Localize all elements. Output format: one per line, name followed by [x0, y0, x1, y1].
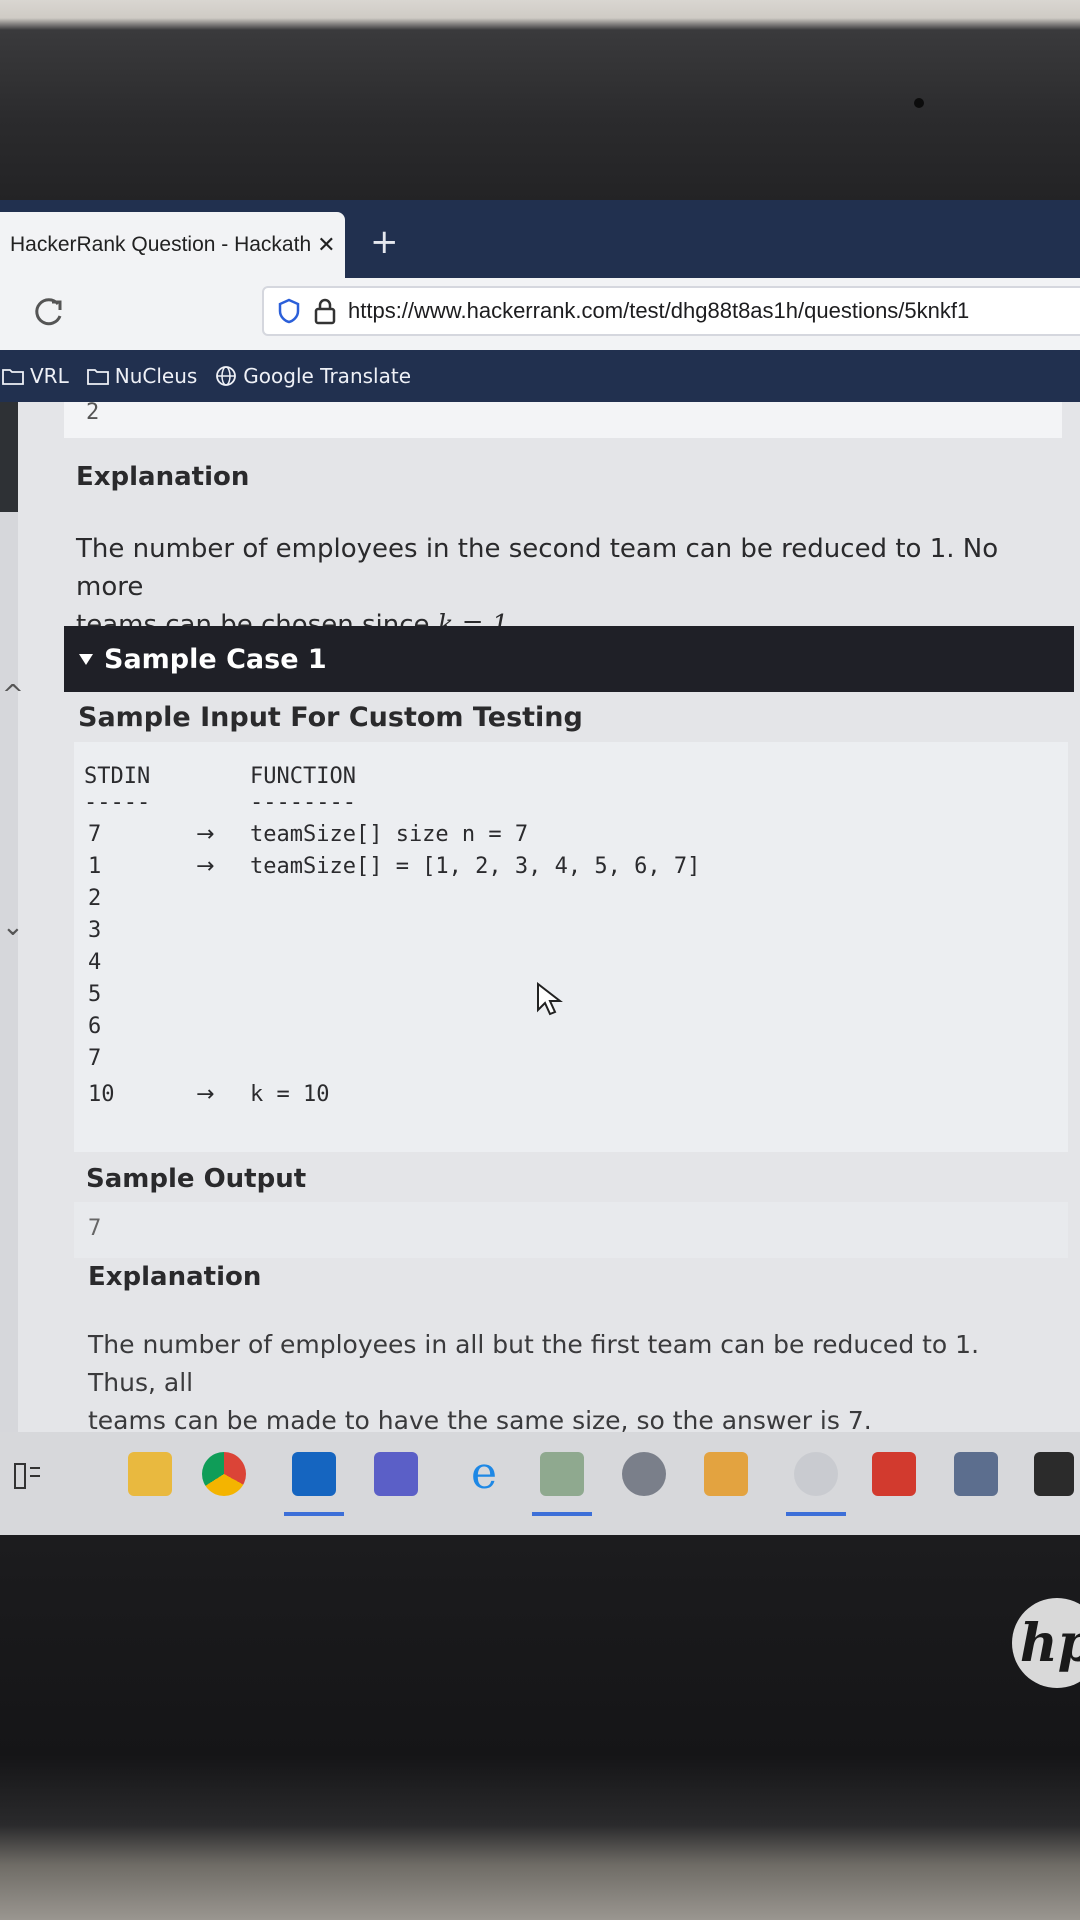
function-rule: --------: [250, 790, 356, 815]
windows-taskbar: e: [0, 1432, 1080, 1535]
explanation-2-line-1: The number of employees in all but the f…: [88, 1330, 980, 1397]
terminal-icon[interactable]: [1034, 1452, 1074, 1496]
explanation-heading: Explanation: [76, 462, 250, 492]
sample-output-codeblock: 7: [74, 1202, 1068, 1258]
bookmark-label: Google Translate: [243, 364, 411, 388]
notepad-icon[interactable]: [540, 1452, 584, 1496]
function-line: teamSize[] size n = 7: [250, 822, 529, 847]
stdin-value: 6: [88, 1014, 102, 1039]
laptop-top-bezel: [0, 0, 1080, 200]
lock-icon[interactable]: [312, 297, 338, 325]
bookmark-vrl[interactable]: VRL: [2, 364, 69, 388]
page-content: ^ ⌄ 2 Explanation The number of employee…: [0, 402, 1080, 1432]
stdin-value: 10: [88, 1082, 115, 1107]
problem-content: 2 Explanation The number of employees in…: [64, 402, 1074, 1432]
stdin-value: 1: [88, 854, 102, 879]
address-bar[interactable]: https://www.hackerrank.com/test/dhg88t8a…: [262, 286, 1080, 336]
sample-output-value: 7: [88, 1216, 102, 1241]
explanation-2-text: The number of employees in all but the f…: [88, 1326, 1048, 1432]
bookmark-label: NuCleus: [114, 364, 198, 388]
stdin-value: 2: [88, 886, 102, 911]
chevron-up-icon[interactable]: ^: [2, 680, 24, 710]
reload-icon[interactable]: [28, 292, 68, 332]
caret-down-icon: [79, 654, 93, 665]
sample-output-heading: Sample Output: [86, 1164, 307, 1194]
function-line: teamSize[] = [1, 2, 3, 4, 5, 6, 7]: [250, 854, 701, 879]
sample-input-heading: Sample Input For Custom Testing: [78, 702, 583, 733]
task-view-icon[interactable]: [12, 1460, 44, 1492]
shield-icon[interactable]: [278, 298, 300, 324]
arrow-icon: →: [196, 854, 215, 879]
sample-input-codeblock: STDIN FUNCTION ----- -------- 7 1 2 3 4 …: [74, 742, 1068, 1152]
ue-icon[interactable]: [622, 1452, 666, 1496]
red-app-icon[interactable]: [872, 1452, 916, 1496]
sample-case-header[interactable]: Sample Case 1: [64, 626, 1074, 692]
stdin-value: 3: [88, 918, 102, 943]
bookmark-google-translate[interactable]: Google Translate: [215, 364, 411, 388]
chevron-down-icon[interactable]: ⌄: [2, 912, 24, 942]
close-tab-icon[interactable]: ✕: [317, 233, 335, 258]
browser-tab[interactable]: HackerRank Question - Hackath ✕: [0, 212, 345, 278]
laptop-bottom-bezel: [0, 1535, 1080, 1920]
stdin-value: 4: [88, 950, 102, 975]
function-header: FUNCTION: [250, 764, 356, 789]
chrome-icon[interactable]: [202, 1452, 246, 1496]
active-app-indicator: [284, 1512, 344, 1516]
active-app-indicator: [532, 1512, 592, 1516]
bookmark-label: VRL: [30, 364, 69, 388]
screen: HackerRank Question - Hackath ✕ + https:…: [0, 200, 1080, 1535]
stdin-value: 7: [88, 1046, 102, 1071]
webcam: [914, 98, 924, 108]
network-icon[interactable]: [954, 1452, 998, 1496]
tab-title: HackerRank Question - Hackath: [10, 233, 312, 256]
previous-output-box: 2: [64, 402, 1062, 438]
sample-case-title: Sample Case 1: [104, 643, 327, 675]
previous-output-value: 2: [86, 402, 100, 425]
arrow-icon: →: [196, 822, 215, 847]
globe-icon: [216, 366, 237, 386]
arrow-icon: →: [196, 1082, 215, 1107]
url-text: https://www.hackerrank.com/test/dhg88t8a…: [348, 298, 970, 323]
file-explorer-icon[interactable]: [128, 1452, 172, 1496]
bookmark-nucleus[interactable]: NuCleus: [86, 364, 198, 388]
teams-icon[interactable]: [374, 1452, 418, 1496]
stdin-rule: -----: [84, 790, 151, 815]
active-app-indicator: [786, 1512, 846, 1516]
mouse-cursor-icon: [537, 982, 563, 1016]
navigation-bar: https://www.hackerrank.com/test/dhg88t8a…: [0, 278, 1080, 350]
explanation-2-line-2: teams can be made to have the same size,…: [88, 1406, 872, 1432]
stdin-value: 5: [88, 982, 102, 1007]
stdin-header: STDIN: [84, 764, 151, 789]
folder-icon: [2, 369, 24, 385]
outlook-icon[interactable]: [292, 1452, 336, 1496]
transfer-icon[interactable]: [704, 1452, 748, 1496]
internet-explorer-icon[interactable]: e: [462, 1452, 506, 1496]
paint-icon[interactable]: [794, 1452, 838, 1496]
stdin-value: 7: [88, 822, 102, 847]
new-tab-button[interactable]: +: [370, 222, 399, 262]
explanation-line-1: The number of employees in the second te…: [76, 534, 999, 602]
tab-strip: HackerRank Question - Hackath ✕ +: [0, 200, 1080, 278]
left-panel-dark: [0, 402, 18, 512]
explanation-2-heading: Explanation: [88, 1262, 262, 1292]
function-line: k = 10: [250, 1082, 330, 1107]
folder-icon: [86, 369, 109, 385]
bookmarks-bar: VRL NuCleus Google Translate: [0, 350, 1080, 402]
